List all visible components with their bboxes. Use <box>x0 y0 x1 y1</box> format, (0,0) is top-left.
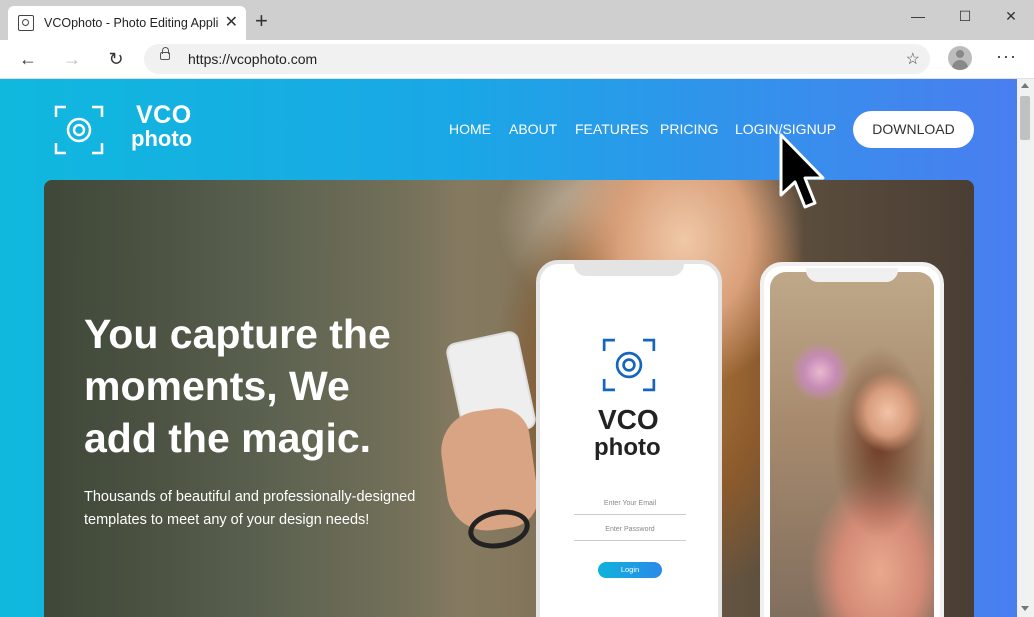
browser-tab[interactable]: VCOphoto - Photo Editing Applic ✕ <box>8 6 246 40</box>
close-window-button[interactable]: ✕ <box>988 6 1034 26</box>
forward-button[interactable]: → <box>60 48 84 70</box>
brand-name-line2[interactable]: photo <box>131 126 192 152</box>
page-scrollbar[interactable] <box>1017 79 1034 617</box>
url-text: https://vcophoto.com <box>188 51 318 67</box>
browser-toolbar: ← → ↻ https://vcophoto.com ☆ <box>0 40 1034 79</box>
phone-mockup-login: VCO photo Enter Your Email Enter Passwor… <box>536 260 722 617</box>
hero-headline: You capture the moments, We add the magi… <box>84 308 391 464</box>
mockup-password-field: Enter Password <box>574 526 686 541</box>
headline-line: add the magic. <box>84 415 372 461</box>
scroll-up-arrow-icon[interactable] <box>1021 83 1029 88</box>
nav-about[interactable]: ABOUT <box>509 121 557 137</box>
scroll-down-arrow-icon[interactable] <box>1021 606 1029 611</box>
tab-title: VCOphoto - Photo Editing Applic <box>44 16 219 30</box>
browser-menu-button[interactable]: ··· <box>996 46 1017 67</box>
mockup-login-button: Login <box>598 562 662 578</box>
phone-photo-screen <box>770 272 934 617</box>
nav-features[interactable]: FEATURES <box>575 121 649 137</box>
new-tab-button[interactable]: + <box>255 10 268 32</box>
maximize-button[interactable]: ☐ <box>942 6 988 26</box>
minimize-button[interactable]: — <box>895 6 941 26</box>
download-button[interactable]: DOWNLOAD <box>853 111 974 148</box>
browser-tab-bar: VCOphoto - Photo Editing Applic ✕ + — ☐ … <box>0 0 1034 40</box>
phone-notch <box>806 268 898 282</box>
camera-logo-icon <box>602 338 656 392</box>
mockup-brand-line1: VCO <box>598 404 659 435</box>
hero-subtext: Thousands of beautiful and professionall… <box>84 486 415 532</box>
reload-button[interactable]: ↻ <box>104 48 128 70</box>
phone-notch <box>574 264 684 276</box>
mouse-pointer-icon <box>779 133 825 209</box>
page-content: VCO photo HOME ABOUT FEATURES PRICING LO… <box>0 79 1017 617</box>
tab-close-icon[interactable]: ✕ <box>225 15 238 31</box>
camera-logo-icon[interactable] <box>54 105 104 155</box>
camera-favicon-icon <box>18 15 34 31</box>
subtext-line: Thousands of beautiful and professionall… <box>84 489 416 505</box>
headline-line: moments, We <box>84 363 350 409</box>
lock-icon <box>160 47 170 60</box>
scroll-thumb[interactable] <box>1020 96 1030 140</box>
address-bar[interactable]: https://vcophoto.com ☆ <box>144 44 930 74</box>
nav-pricing[interactable]: PRICING <box>660 121 718 137</box>
mockup-brand-line2: photo <box>594 434 661 461</box>
back-button[interactable]: ← <box>16 48 40 70</box>
add-favorite-star-icon[interactable]: ☆ <box>906 49 920 69</box>
subtext-line: templates to meet any of your design nee… <box>84 512 370 528</box>
mockup-email-field: Enter Your Email <box>574 500 686 515</box>
hero-banner: You capture the moments, We add the magi… <box>44 180 974 617</box>
nav-home[interactable]: HOME <box>449 121 491 137</box>
phone-mockup-photo <box>760 262 944 617</box>
profile-avatar[interactable] <box>948 46 972 70</box>
headline-line: You capture the <box>84 311 391 357</box>
